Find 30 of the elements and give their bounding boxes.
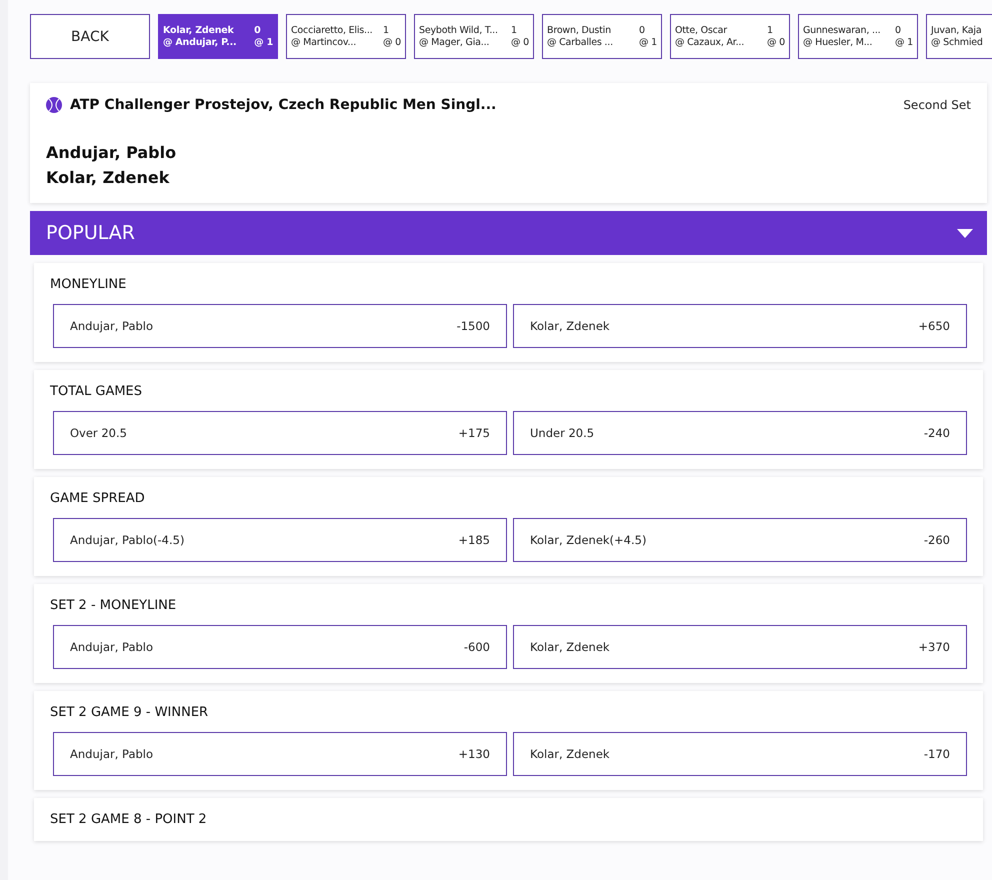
bet-option[interactable]: Kolar, Zdenek -170 (513, 732, 967, 776)
market-title: SET 2 GAME 8 - POINT 2 (50, 812, 208, 827)
bet-option[interactable]: Andujar, Pablo -1500 (53, 304, 507, 348)
period-label: Second Set (903, 98, 971, 112)
tennis-ball-icon (46, 97, 62, 113)
market-title: SET 2 - MONEYLINE (50, 598, 178, 613)
match-tab[interactable]: Cocciaretto, Elis... 1 @ Martincov... @ 0 (286, 14, 406, 59)
bet-option[interactable]: Andujar, Pablo(-4.5) +185 (53, 518, 507, 562)
match-tab[interactable]: Gunneswaran, ... 0 @ Huesler, M... @ 1 (798, 14, 918, 59)
match-tab[interactable]: Kolar, Zdenek 0 @ Andujar, P... @ 1 (158, 14, 278, 59)
market-title: SET 2 GAME 9 - WINNER (50, 705, 210, 720)
bet-option[interactable]: Kolar, Zdenek(+4.5) -260 (513, 518, 967, 562)
market-title: GAME SPREAD (50, 491, 146, 506)
market-title: TOTAL GAMES (50, 384, 144, 399)
back-button[interactable]: BACK (30, 14, 150, 59)
bet-option[interactable]: Under 20.5 -240 (513, 411, 967, 455)
market-title: MONEYLINE (50, 277, 128, 292)
event-title: ATP Challenger Prostejov, Czech Republic Men Singl... (70, 97, 498, 113)
bet-option[interactable]: Andujar, Pablo -600 (53, 625, 507, 669)
match-tab[interactable]: Juvan, Kaja @ Schmied (926, 14, 992, 59)
match-tab[interactable]: Seyboth Wild, T... 1 @ Mager, Gia... @ 0 (414, 14, 534, 59)
bet-option[interactable]: Kolar, Zdenek +370 (513, 625, 967, 669)
bet-option[interactable]: Kolar, Zdenek +650 (513, 304, 967, 348)
player-name: Kolar, Zdenek (46, 168, 170, 187)
bet-option[interactable]: Andujar, Pablo +130 (53, 732, 507, 776)
bet-option[interactable]: Over 20.5 +175 (53, 411, 507, 455)
match-tab[interactable]: Otte, Oscar 1 @ Cazaux, Ar... @ 0 (670, 14, 790, 59)
match-tab[interactable]: Brown, Dustin 0 @ Carballes ... @ 1 (542, 14, 662, 59)
player-name: Andujar, Pablo (46, 143, 178, 162)
popular-section-header[interactable]: POPULAR (30, 211, 987, 255)
